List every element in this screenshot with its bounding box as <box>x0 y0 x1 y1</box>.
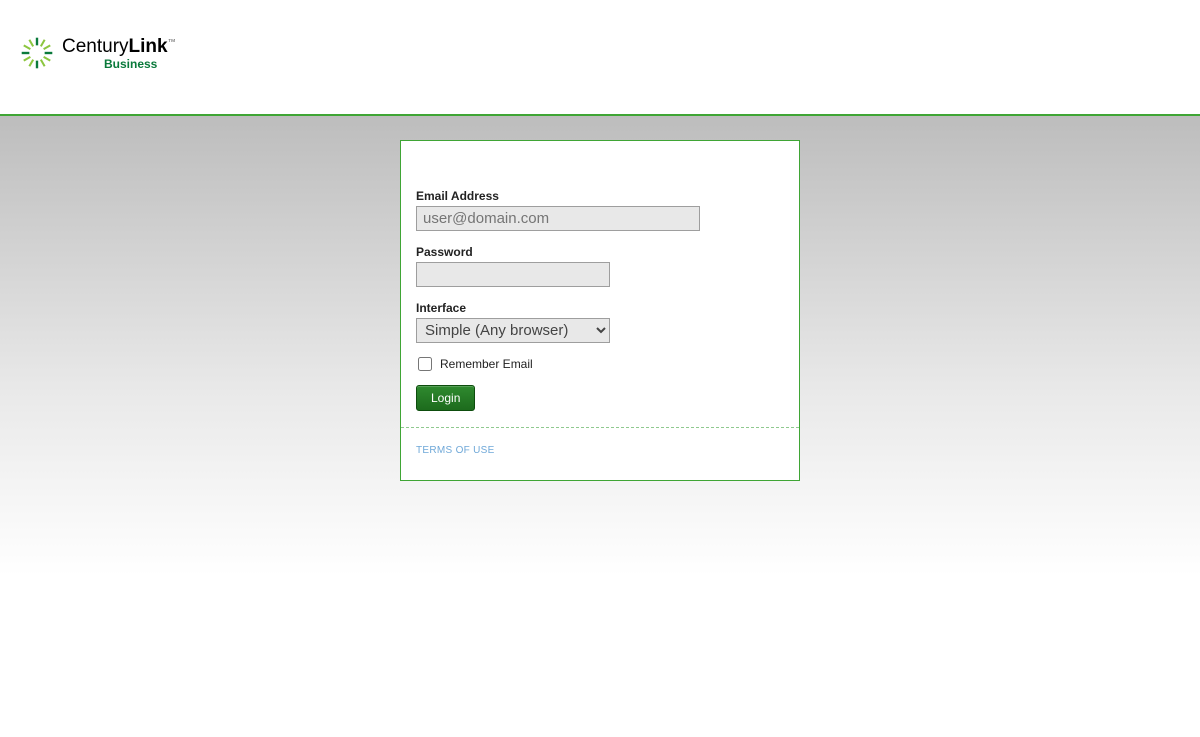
logo-starburst-icon <box>20 36 54 70</box>
interface-label: Interface <box>416 301 784 315</box>
email-label: Email Address <box>416 189 784 203</box>
header: CenturyLink™ Business <box>0 0 1200 116</box>
remember-checkbox[interactable] <box>418 357 432 371</box>
interface-field-row: Interface Simple (Any browser) <box>416 301 784 343</box>
interface-select[interactable]: Simple (Any browser) <box>416 318 610 343</box>
email-input[interactable] <box>416 206 700 231</box>
trademark-symbol: ™ <box>168 37 176 46</box>
brand-name-bold: Link <box>129 36 168 57</box>
email-field-row: Email Address <box>416 189 784 231</box>
login-form: Email Address Password Interface Simple … <box>401 141 799 427</box>
remember-row: Remember Email <box>418 357 784 371</box>
password-input[interactable] <box>416 262 610 287</box>
login-footer: TERMS OF USE <box>401 427 799 480</box>
password-field-row: Password <box>416 245 784 287</box>
logo-text: CenturyLink™ Business <box>62 37 176 70</box>
login-button[interactable]: Login <box>416 385 475 411</box>
remember-label: Remember Email <box>440 357 533 371</box>
password-label: Password <box>416 245 784 259</box>
brand-subtitle: Business <box>104 58 176 70</box>
login-box: Email Address Password Interface Simple … <box>400 140 800 481</box>
content-area: Email Address Password Interface Simple … <box>0 116 1200 576</box>
terms-of-use-link[interactable]: TERMS OF USE <box>416 445 495 456</box>
brand-name-plain: Century <box>62 36 129 57</box>
logo: CenturyLink™ Business <box>20 36 1200 70</box>
